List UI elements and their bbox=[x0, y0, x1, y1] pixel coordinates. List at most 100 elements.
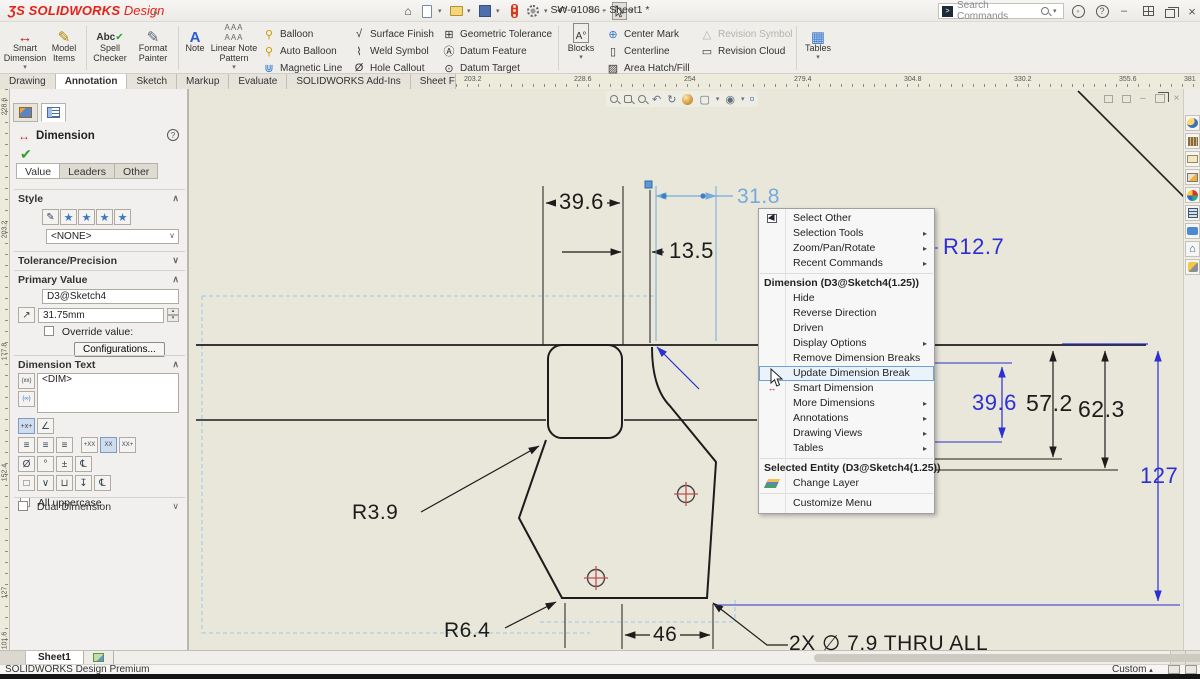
square-symbol-button[interactable]: □ bbox=[18, 475, 35, 491]
dimension-handle[interactable] bbox=[661, 193, 666, 198]
weld-symbol-button[interactable]: ⌇Weld Symbol bbox=[352, 43, 429, 59]
blocks-dropdown-icon[interactable]: ▾ bbox=[579, 53, 583, 63]
menu-item-zoom-pan-rotate[interactable]: Zoom/Pan/Rotate bbox=[759, 241, 934, 256]
menu-item-remove-dimension-breaks[interactable]: Remove Dimension Breaks bbox=[759, 351, 934, 366]
tab-evaluate[interactable]: Evaluate bbox=[229, 74, 287, 89]
horizontal-scrollbar[interactable] bbox=[114, 651, 1170, 664]
logo-flyout-icon[interactable]: ▸ bbox=[148, 4, 164, 20]
dim-v-mid[interactable]: 57.2 bbox=[1026, 392, 1073, 415]
center-mark-button[interactable]: ⊕Center Mark bbox=[606, 26, 679, 42]
doc-close-button[interactable]: × bbox=[1174, 93, 1180, 104]
balloon-button[interactable]: ⚲Balloon bbox=[262, 26, 313, 42]
zoom-to-fit-icon[interactable] bbox=[610, 95, 618, 103]
doc-restore-button[interactable] bbox=[1155, 94, 1165, 103]
search-dropdown-icon[interactable]: ▾ bbox=[1053, 7, 1060, 15]
menu-item-reverse-direction[interactable]: Reverse Direction bbox=[759, 306, 934, 321]
search-input[interactable]: Search Commands bbox=[957, 0, 1037, 22]
linear-note-pattern-button[interactable]: AAAAAA Linear Note Pattern ▾ bbox=[210, 23, 258, 73]
rotate-view-icon[interactable]: ↻ bbox=[667, 93, 676, 106]
depth-symbol-button[interactable]: ↧ bbox=[75, 475, 92, 491]
spell-checker-button[interactable]: Abc✔ Spell Checker bbox=[90, 23, 130, 73]
dim-radius-bottom[interactable]: R6.4 bbox=[444, 620, 490, 641]
tab-other[interactable]: Other bbox=[115, 163, 158, 179]
dim-offset[interactable]: 13.5 bbox=[669, 240, 714, 262]
value-spinner[interactable]: ▴▾ bbox=[167, 308, 179, 322]
restore-button[interactable] bbox=[1162, 5, 1178, 21]
dimension-handle[interactable] bbox=[645, 181, 652, 188]
menu-item-recent-commands[interactable]: Recent Commands bbox=[759, 256, 934, 271]
feature-manager-tab[interactable] bbox=[13, 103, 38, 122]
sheet-scroll-buttons[interactable] bbox=[0, 651, 26, 664]
expand-icon[interactable]: ∨ bbox=[172, 501, 179, 513]
dimension-handle[interactable] bbox=[700, 193, 705, 198]
centerline-symbol-button[interactable]: ℄ bbox=[75, 456, 92, 472]
menu-item-customize-menu[interactable]: Customize Menu bbox=[759, 496, 934, 511]
hide-show-dropdown-icon[interactable]: ▾ bbox=[741, 95, 745, 103]
menu-item-drawing-views[interactable]: Drawing Views bbox=[759, 426, 934, 441]
view-palette-button[interactable] bbox=[1185, 169, 1200, 185]
dim-selected-width[interactable]: 31.8 bbox=[737, 186, 780, 207]
surface-finish-button[interactable]: √Surface Finish bbox=[352, 26, 434, 42]
forum-button[interactable] bbox=[1185, 223, 1200, 239]
justify-center-button[interactable]: XX bbox=[100, 437, 117, 453]
menu-item-driven[interactable]: Driven bbox=[759, 321, 934, 336]
tables-dropdown-icon[interactable]: ▾ bbox=[816, 53, 820, 63]
design-library-button[interactable] bbox=[1185, 133, 1200, 149]
menu-item-update-dimension-break[interactable]: Update Dimension Break bbox=[759, 366, 934, 381]
panel-help-button[interactable]: ? bbox=[167, 129, 179, 141]
blocks-button[interactable]: A° Blocks ▾ bbox=[562, 23, 600, 73]
menu-item-selection-tools[interactable]: Selection Tools bbox=[759, 226, 934, 241]
hole-callout-text[interactable]: 2X ∅ 7.9 THRU ALL bbox=[789, 633, 988, 654]
style-apply-default-button[interactable]: ✎ bbox=[42, 209, 59, 225]
window-layout-button[interactable] bbox=[1140, 3, 1156, 19]
zoom-to-area-icon[interactable] bbox=[624, 95, 632, 103]
menu-item-hide[interactable]: Hide bbox=[759, 291, 934, 306]
dual-dimension-checkbox[interactable] bbox=[18, 501, 28, 511]
counterbore-symbol-button[interactable]: ⊔ bbox=[56, 475, 73, 491]
scrollbar-thumb[interactable] bbox=[814, 654, 1200, 662]
spin-up-icon[interactable]: ▴ bbox=[167, 308, 179, 315]
menu-item-select-other[interactable]: Select Other bbox=[759, 211, 934, 226]
format-painter-button[interactable]: ✎ Format Painter bbox=[132, 23, 174, 73]
dimension-value-field[interactable]: 31.75mm bbox=[38, 308, 164, 323]
hole-center-mark[interactable] bbox=[584, 566, 608, 590]
dimension-text-input[interactable]: <DIM> bbox=[37, 373, 179, 413]
more-symbols-button[interactable]: ℄ bbox=[94, 475, 111, 491]
justify-right-button[interactable]: XX+ bbox=[119, 437, 136, 453]
minimize-button[interactable]: – bbox=[1116, 3, 1132, 19]
smart-dimension-dropdown-icon[interactable]: ▾ bbox=[23, 63, 27, 73]
tab-solidworks-add-ins[interactable]: SOLIDWORKS Add-Ins bbox=[287, 74, 410, 89]
collapse-icon[interactable]: ∧ bbox=[172, 193, 179, 205]
sheet1-tab[interactable]: Sheet1 bbox=[26, 651, 84, 664]
close-button[interactable]: × bbox=[1184, 3, 1200, 19]
dimension-name-field[interactable]: D3@Sketch4 bbox=[42, 289, 179, 304]
tables-button[interactable]: ▦ Tables ▾ bbox=[800, 23, 836, 73]
centerline-button[interactable]: ▯Centerline bbox=[606, 43, 670, 59]
align-center-button[interactable]: ≡ bbox=[37, 437, 54, 453]
tab-value[interactable]: Value bbox=[16, 163, 60, 179]
add-parenthesis-button[interactable]: (xx) bbox=[18, 373, 35, 389]
revision-cloud-button[interactable]: ▭Revision Cloud bbox=[700, 43, 785, 59]
help-button[interactable]: ? bbox=[1094, 3, 1110, 19]
custom-properties-button[interactable] bbox=[1185, 205, 1200, 221]
dim-v-large[interactable]: 62.3 bbox=[1078, 398, 1125, 421]
modify-value-button[interactable]: ↗ bbox=[18, 307, 35, 323]
countersink-symbol-button[interactable]: ∨ bbox=[37, 475, 54, 491]
view-orientation-icon[interactable] bbox=[682, 94, 693, 105]
menu-item-more-dimensions[interactable]: More Dimensions bbox=[759, 396, 934, 411]
menu-item-smart-dimension[interactable]: ↔Smart Dimension bbox=[759, 381, 934, 396]
dim-radius-left[interactable]: R3.9 bbox=[352, 502, 398, 523]
leader-angle-button[interactable]: ∠ bbox=[37, 418, 54, 434]
dim-fillet-radius[interactable]: R12.7 bbox=[943, 236, 1004, 258]
model-items-button[interactable]: ✎ Model Items bbox=[46, 23, 82, 73]
center-dimension-button[interactable]: (∞) bbox=[18, 391, 35, 407]
expand-icon[interactable]: ∨ bbox=[172, 255, 179, 267]
align-left-button[interactable]: ≡ bbox=[18, 437, 35, 453]
display-panel-icon[interactable] bbox=[1185, 665, 1197, 674]
eye-icon[interactable] bbox=[1168, 665, 1180, 674]
tab-drawing[interactable]: Drawing bbox=[0, 74, 56, 89]
auto-balloon-button[interactable]: ⚲Auto Balloon bbox=[262, 43, 337, 59]
style-save-button[interactable]: ★ bbox=[96, 209, 113, 225]
plus-minus-symbol-button[interactable]: ± bbox=[56, 456, 73, 472]
hole-center-mark[interactable] bbox=[674, 482, 698, 506]
